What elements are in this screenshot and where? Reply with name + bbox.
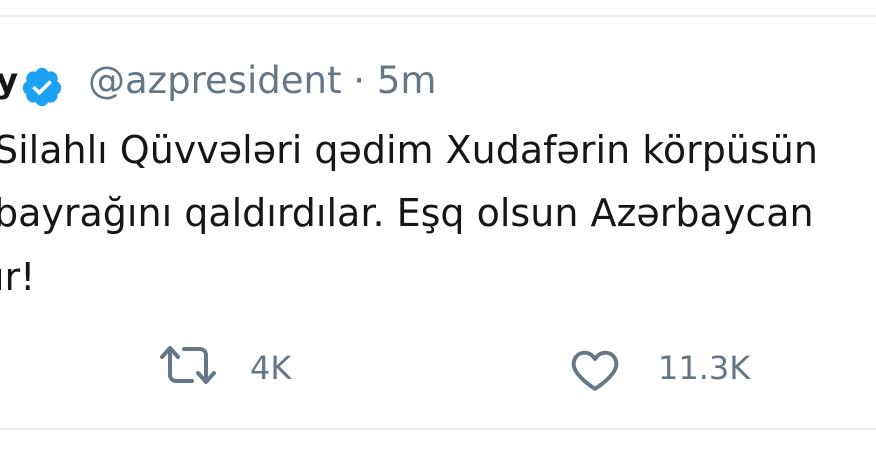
handle-and-time: @azpresident · 5m [88,59,436,102]
like-count: 11.3K [658,349,751,387]
retweet-icon [160,346,216,384]
retweet-count: 4K [250,349,292,387]
tweet-text-line-3: ır! [0,255,36,299]
tweet-bottom-divider [0,428,876,430]
like-button[interactable]: 11.3K [568,338,788,398]
verified-badge-icon [22,67,62,107]
tweet-timestamp[interactable]: 5m [377,59,437,102]
retweet-button[interactable]: 4K [158,338,318,398]
tweet-top-divider [0,15,876,17]
author-handle[interactable]: @azpresident [88,59,342,102]
like-heart-icon [571,350,619,391]
tweet-text-line-2: bayrağını qaldırdılar. Eşq olsun Azərbay… [0,191,814,235]
separator-dot: · [353,59,366,102]
tweet-text-line-1: Silahlı Qüvvələri qədim Xudafərin körpüs… [0,128,818,172]
author-name[interactable]: y [0,61,18,101]
